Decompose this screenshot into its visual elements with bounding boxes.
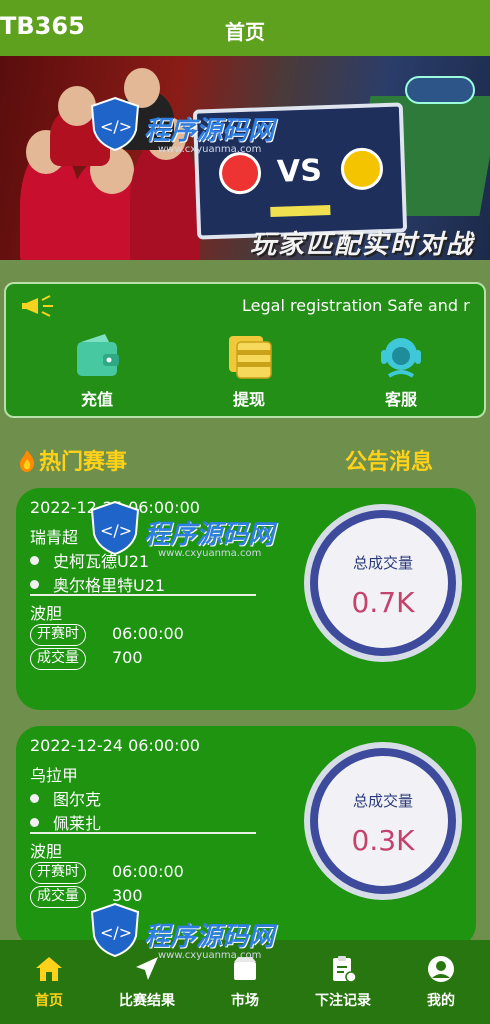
- total-volume-gauge: 总成交量 0.3K: [310, 748, 456, 894]
- watermark-shield-icon: </>: [90, 902, 140, 958]
- total-volume-value: 0.7K: [351, 586, 415, 619]
- nav-bet-history-label: 下注记录: [315, 993, 371, 1009]
- hot-events-label: 热门赛事: [39, 450, 128, 475]
- profile-icon: [428, 956, 454, 982]
- wallet-icon: [77, 334, 119, 376]
- flame-icon: [20, 450, 35, 472]
- megaphone-icon: [22, 295, 53, 317]
- team-name: 图尔克: [53, 790, 102, 809]
- svg-text:</>: </>: [100, 117, 132, 136]
- withdraw-button[interactable]: 提现: [204, 332, 294, 410]
- match-team-home: 图尔克: [30, 786, 101, 810]
- nav-market-label: 市场: [231, 993, 259, 1009]
- watermark: </> 程序源码网 www.cxyuanma.com: [88, 500, 274, 560]
- team-name: 佩莱扎: [53, 814, 102, 833]
- banner-pill-graphic: [405, 76, 475, 104]
- watermark-url: www.cxyuanma.com: [158, 548, 262, 559]
- hot-events-title[interactable]: 热门赛事: [18, 444, 127, 476]
- customer-service-button[interactable]: 客服: [356, 332, 446, 410]
- svg-text:</>: </>: [100, 521, 132, 540]
- total-volume-gauge: 总成交量 0.7K: [310, 510, 456, 656]
- match-datetime: 2022-12-24 06:00:00: [30, 736, 200, 755]
- banner-vs-text: VS: [276, 153, 323, 190]
- recharge-button[interactable]: 充值: [52, 332, 142, 410]
- nav-match-results-label: 比赛结果: [119, 993, 175, 1009]
- watermark: </> 程序源码网 www.cxyuanma.com: [88, 902, 274, 962]
- clipboard-icon: [333, 956, 357, 983]
- app-header: TB365 首页: [0, 0, 490, 56]
- match-market: 波胆: [30, 842, 63, 861]
- customer-service-label: 客服: [384, 390, 417, 409]
- total-volume-label: 总成交量: [352, 554, 413, 572]
- bullet-dot: [30, 556, 39, 565]
- match-market: 波胆: [30, 604, 63, 623]
- headset-icon: [381, 338, 421, 378]
- team-badge-graphic: [218, 151, 262, 195]
- recharge-label: 充值: [80, 390, 113, 409]
- start-time-tag: 开赛时: [30, 624, 86, 646]
- watermark: </> 程序源码网 www.cxyuanma.com: [88, 96, 274, 156]
- match-team-away: 佩莱扎: [30, 810, 101, 834]
- team-badge-graphic: [340, 147, 384, 191]
- svg-text:</>: </>: [100, 923, 132, 942]
- nav-market[interactable]: 市场: [196, 954, 294, 1010]
- nav-profile[interactable]: 我的: [392, 954, 490, 1010]
- watermark-text: 程序源码网: [144, 520, 275, 550]
- quick-actions-panel: Legal registration Safe and r 充值 提现 客服: [4, 282, 486, 418]
- divider: [30, 832, 256, 834]
- total-volume-label: 总成交量: [352, 792, 413, 810]
- notice-marquee[interactable]: Legal registration Safe and r: [242, 296, 482, 315]
- watermark-text: 程序源码网: [144, 922, 275, 952]
- nav-home[interactable]: 首页: [0, 954, 98, 1010]
- team-name: 奥尔格里特U21: [53, 576, 166, 595]
- divider: [30, 594, 256, 596]
- cards-icon: [229, 336, 272, 379]
- watermark-text: 程序源码网: [144, 116, 275, 146]
- withdraw-label: 提现: [232, 390, 265, 409]
- match-team-away: 奥尔格里特U21: [30, 572, 165, 596]
- nav-home-label: 首页: [35, 993, 63, 1009]
- total-volume-value: 0.3K: [351, 824, 415, 857]
- nav-bet-history[interactable]: 下注记录: [294, 954, 392, 1010]
- match-league: 瑞青超: [30, 528, 79, 547]
- volume-tag: 成交量: [30, 886, 86, 908]
- bullet-dot: [30, 818, 39, 827]
- start-time-value: 06:00:00: [112, 862, 184, 881]
- watermark-url: www.cxyuanma.com: [158, 950, 262, 961]
- bullet-dot: [30, 580, 39, 589]
- nav-match-results[interactable]: 比赛结果: [98, 954, 196, 1010]
- match-card[interactable]: 2022-12-24 06:00:00 乌拉甲 图尔克 佩莱扎 波胆 开赛时 0…: [16, 726, 476, 948]
- nav-profile-label: 我的: [427, 993, 455, 1009]
- banner-slogan: 玩家匹配实时对战: [250, 230, 475, 260]
- bullet-dot: [30, 794, 39, 803]
- page-title: 首页: [225, 20, 265, 44]
- volume-value: 700: [112, 648, 143, 667]
- start-time-tag: 开赛时: [30, 862, 86, 884]
- volume-tag: 成交量: [30, 648, 86, 670]
- watermark-url: www.cxyuanma.com: [158, 144, 262, 155]
- home-icon: [36, 957, 62, 981]
- watermark-shield-icon: </>: [90, 500, 140, 556]
- announcement-tab[interactable]: 公告消息: [345, 444, 433, 476]
- watermark-shield-icon: </>: [90, 96, 140, 152]
- promo-banner[interactable]: VS 玩家匹配实时对战: [0, 56, 490, 260]
- match-league: 乌拉甲: [30, 766, 79, 785]
- start-time-value: 06:00:00: [112, 624, 184, 643]
- screen-button-graphic: [270, 204, 331, 218]
